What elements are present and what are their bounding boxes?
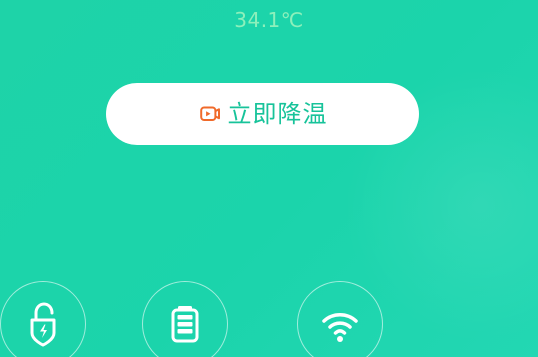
cool-down-button-label: 立即降温: [227, 100, 328, 128]
cooling-camera-icon: [198, 102, 222, 126]
temperature-readout: 34.1℃: [234, 8, 304, 32]
battery-icon: [161, 300, 209, 348]
cooling-screen: 34.1℃ 立即降温: [0, 0, 538, 357]
unlock-security-button[interactable]: [0, 281, 86, 357]
battery-button[interactable]: [142, 281, 228, 357]
wifi-icon: [316, 300, 364, 348]
unlock-security-icon: [19, 300, 67, 348]
wifi-button[interactable]: [297, 281, 383, 357]
cool-down-button[interactable]: 立即降温: [106, 83, 419, 145]
